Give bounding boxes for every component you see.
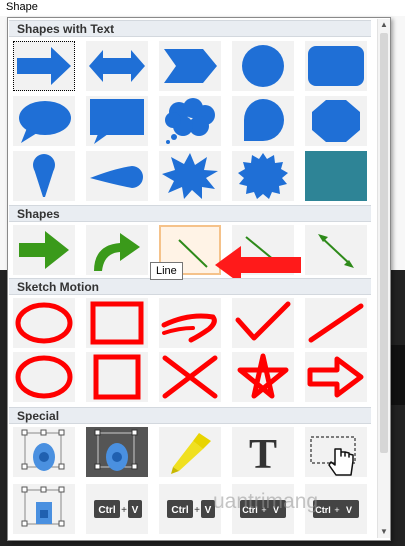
section-header-shapes-with-text: Shapes with Text	[9, 20, 371, 37]
shape-curved-arrow[interactable]	[86, 225, 148, 275]
teal-rectangle-icon	[305, 151, 367, 201]
line-tooltip: Line	[150, 262, 183, 280]
sketch-line-icon	[308, 303, 364, 343]
special-hand-cursor[interactable]	[305, 427, 367, 477]
curved-arrow-icon	[94, 233, 140, 271]
sketch-oval-2[interactable]	[13, 352, 75, 402]
pixelate-icon	[21, 486, 65, 527]
shape-double-arrow-line[interactable]	[305, 225, 367, 275]
watermark-text: uantrimang	[213, 490, 319, 513]
sketch-square-icon	[93, 354, 141, 400]
burst-icon	[162, 153, 218, 199]
shape-burst[interactable]	[159, 151, 221, 201]
thought-cloud-icon	[165, 98, 215, 144]
scroll-up-icon[interactable]: ▲	[378, 19, 390, 31]
rounded-rectangle-icon	[308, 46, 364, 86]
special-highlighter[interactable]	[159, 427, 221, 477]
shape-speech-oval[interactable]	[13, 96, 75, 146]
shape-chevron-right[interactable]	[159, 41, 221, 91]
shape-picker-popup: Shapes with Text Shapes Sketch Motion Sp…	[7, 17, 391, 541]
sketch-x[interactable]	[159, 352, 221, 402]
sketch-curve-arrow[interactable]	[159, 298, 221, 348]
ctrl-v-icon: Ctrl + V	[167, 500, 215, 518]
sketch-star[interactable]	[232, 352, 294, 402]
special-blur-shape[interactable]	[13, 427, 75, 477]
chevron-right-icon	[164, 49, 217, 83]
blur-shape-icon	[21, 429, 65, 471]
shape-rounded-speech[interactable]	[232, 96, 294, 146]
right-arrow-icon	[17, 47, 71, 85]
sketch-oval-icon	[15, 302, 73, 344]
shape-octagon[interactable]	[305, 96, 367, 146]
window-title: Shape	[6, 1, 38, 13]
sketch-square[interactable]	[86, 352, 148, 402]
left-right-arrow-icon	[89, 50, 145, 82]
sketch-arrow-icon	[307, 356, 364, 398]
shape-circle[interactable]	[232, 41, 294, 91]
shape-left-right-arrow[interactable]	[86, 41, 148, 91]
ctrl-key-label: Ctrl	[98, 505, 115, 516]
highlighter-icon	[171, 433, 211, 474]
section-header-sketch-motion: Sketch Motion	[9, 278, 371, 295]
octagon-icon	[312, 100, 360, 142]
shape-teal-rectangle[interactable]	[305, 151, 367, 201]
ctrl-v-icon: Ctrl + V	[94, 500, 142, 518]
circle-icon	[242, 45, 284, 87]
top-bar: Shape	[0, 0, 405, 16]
shape-green-arrow[interactable]	[13, 225, 75, 275]
sketch-rectangle-icon	[90, 301, 144, 345]
comet-icon	[90, 166, 143, 188]
scroll-thumb[interactable]	[380, 33, 388, 453]
v-key-label: V	[346, 505, 352, 515]
text-t-icon: T	[249, 432, 277, 477]
sketch-line[interactable]	[305, 298, 367, 348]
sketch-curve-arrow-icon	[161, 313, 217, 343]
special-paste-2[interactable]: Ctrl + V	[159, 484, 221, 534]
double-arrow-line-icon	[318, 234, 354, 268]
shape-speech-rectangle[interactable]	[86, 96, 148, 146]
v-key-label: V	[205, 505, 212, 516]
section-header-special: Special	[9, 407, 371, 424]
v-key-label: V	[132, 505, 139, 516]
popup-scrollbar[interactable]: ▲ ▼	[377, 19, 390, 538]
special-pixelate[interactable]	[13, 484, 75, 534]
shape-right-arrow[interactable]	[13, 41, 75, 91]
special-spotlight[interactable]	[86, 427, 148, 477]
shape-comet[interactable]	[86, 151, 148, 201]
sketch-oval-icon	[15, 355, 73, 399]
seal-icon	[238, 153, 288, 199]
teardrop-pin-icon	[33, 154, 55, 197]
sketch-star-icon	[237, 353, 289, 399]
shape-thought-cloud[interactable]	[159, 96, 221, 146]
plus-label: +	[194, 505, 200, 516]
rounded-speech-icon	[244, 99, 285, 141]
special-paste-1[interactable]: Ctrl + V	[86, 484, 148, 534]
speech-rectangle-icon	[90, 99, 144, 144]
sketch-oval[interactable]	[13, 298, 75, 348]
sketch-arrow[interactable]	[305, 352, 367, 402]
ctrl-key-label: Ctrl	[171, 505, 188, 516]
sketch-rectangle[interactable]	[86, 298, 148, 348]
shape-teardrop-pin[interactable]	[13, 151, 75, 201]
hand-cursor-icon	[310, 436, 356, 476]
text-t-glyph: T	[249, 432, 277, 477]
shape-rounded-rectangle[interactable]	[305, 41, 367, 91]
section-header-shapes: Shapes	[9, 205, 371, 222]
shape-seal[interactable]	[232, 151, 294, 201]
speech-oval-icon	[19, 101, 71, 143]
sketch-checkmark-icon	[235, 301, 291, 341]
sketch-checkmark[interactable]	[232, 298, 294, 348]
special-text[interactable]: T	[232, 427, 294, 477]
sketch-x-icon	[162, 355, 218, 399]
spotlight-icon	[86, 427, 148, 477]
plus-label: +	[334, 505, 339, 515]
plus-label: +	[121, 505, 127, 516]
scroll-down-icon[interactable]: ▼	[378, 526, 390, 538]
green-arrow-icon	[19, 231, 69, 269]
